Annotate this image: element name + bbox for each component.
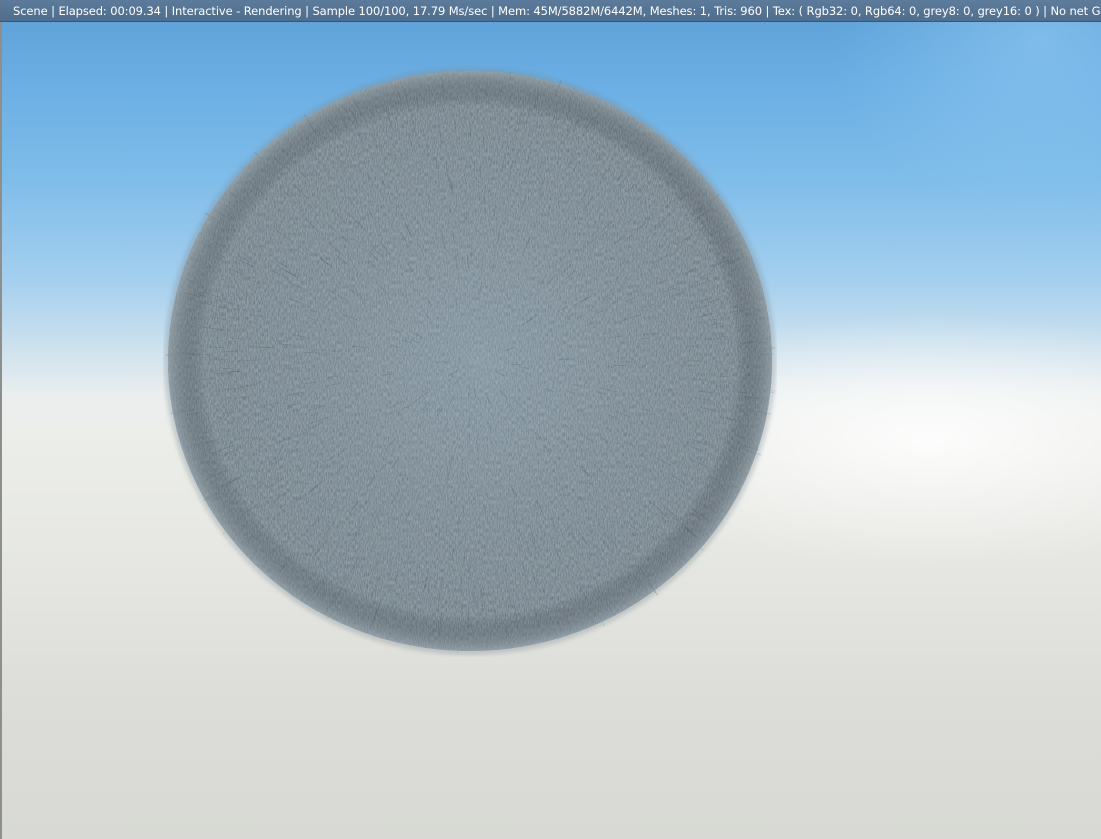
render-status-text: Scene | Elapsed: 00:09.34 | Interactive … bbox=[13, 4, 1101, 18]
render-viewport[interactable]: Scene | Elapsed: 00:09.34 | Interactive … bbox=[0, 0, 1101, 839]
render-status-bar: Scene | Elapsed: 00:09.34 | Interactive … bbox=[0, 0, 1101, 22]
fur-sphere-render bbox=[164, 66, 776, 655]
